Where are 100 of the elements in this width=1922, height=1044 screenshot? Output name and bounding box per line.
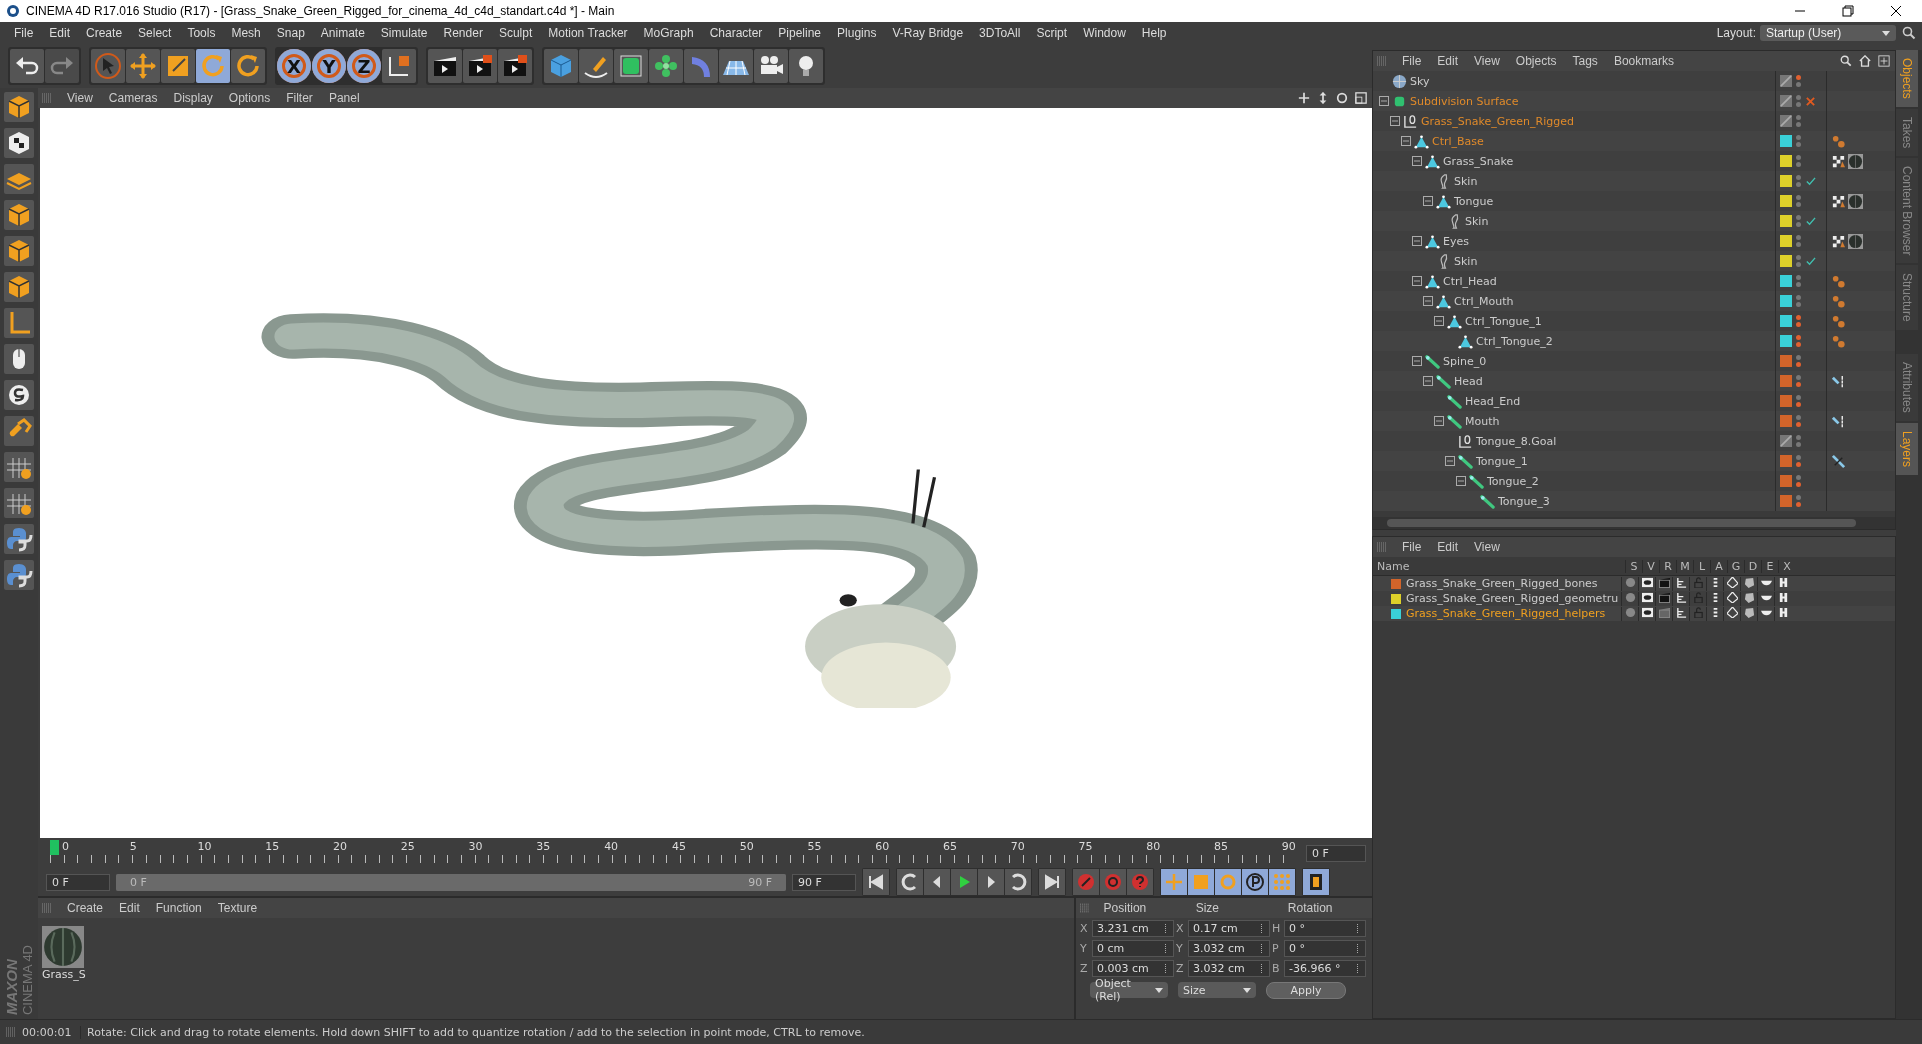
start-frame-field[interactable]: 0 F (46, 873, 110, 891)
layer-color-swatch[interactable] (1780, 475, 1792, 487)
object-name[interactable]: Ctrl_Base (1432, 134, 1484, 148)
render-visibility-dot[interactable] (1796, 82, 1801, 87)
menu-item[interactable]: Character (701, 26, 771, 40)
layer-color-swatch[interactable] (1780, 335, 1792, 347)
render-visibility-dot[interactable] (1796, 342, 1801, 347)
close-icon[interactable] (1890, 5, 1902, 17)
menu-item[interactable]: V-Ray Bridge (884, 26, 972, 40)
grid-lock-icon[interactable] (4, 488, 34, 518)
object-menu-item[interactable]: Edit (1430, 54, 1466, 68)
editor-visibility-dot[interactable] (1796, 155, 1801, 160)
hierarchy-icon[interactable] (1675, 606, 1687, 618)
editor-visibility-dot[interactable] (1796, 95, 1801, 100)
menu-item[interactable]: Render (435, 26, 491, 40)
object-name[interactable]: Ctrl_Mouth (1454, 294, 1514, 308)
menu-item[interactable]: Mesh (223, 26, 269, 40)
hierarchy-icon[interactable] (1675, 576, 1687, 588)
editor-visibility-dot[interactable] (1796, 375, 1801, 380)
editor-visibility-dot[interactable] (1796, 415, 1801, 420)
menu-item[interactable]: Plugins (829, 26, 885, 40)
no-layer-icon[interactable] (1780, 115, 1792, 127)
subdivision-icon[interactable] (614, 49, 648, 83)
menu-item[interactable]: Motion Tracker (540, 26, 636, 40)
coordinate-field[interactable]: 0.17 cm (1188, 919, 1270, 937)
collapse-icon[interactable] (1423, 296, 1433, 306)
auto-key-icon[interactable] (1100, 869, 1126, 895)
render-visibility-dot[interactable] (1796, 402, 1801, 407)
object-name[interactable]: Head (1454, 374, 1483, 388)
object-name[interactable]: Ctrl_Tongue_2 (1476, 334, 1553, 348)
mouse-icon[interactable] (4, 344, 34, 374)
material-menu-item[interactable]: Function (148, 901, 209, 915)
collapse-icon[interactable] (1412, 356, 1422, 366)
cross-icon[interactable] (1805, 95, 1816, 107)
menu-item[interactable]: Edit (41, 26, 79, 40)
editor-visibility-dot[interactable] (1796, 215, 1801, 220)
column-header[interactable]: Name (1373, 559, 1625, 573)
layer-color-swatch[interactable] (1780, 215, 1792, 227)
viewport-menu-item[interactable]: Filter (279, 91, 320, 105)
side-tab[interactable]: Content Browser (1896, 158, 1918, 264)
no-layer-icon[interactable] (1780, 95, 1792, 107)
material-tag-icon[interactable] (1848, 193, 1863, 209)
constraint-tag-icon[interactable] (1831, 313, 1846, 329)
menu-item[interactable]: Help (1133, 26, 1175, 40)
layer-color-swatch[interactable] (1780, 175, 1792, 187)
axis-lock-button[interactable]: X (277, 49, 311, 83)
collapse-icon[interactable] (1412, 236, 1422, 246)
render-visibility-dot[interactable] (1796, 162, 1801, 167)
floor-icon[interactable] (719, 49, 753, 83)
column-header[interactable]: E (1761, 559, 1778, 573)
object-name[interactable]: Subdivision Surface (1410, 94, 1519, 108)
hierarchy-icon[interactable] (1675, 591, 1687, 603)
texture-mode-icon[interactable] (4, 128, 34, 158)
column-header[interactable]: M (1676, 559, 1693, 573)
object-name[interactable]: Tongue_2 (1487, 474, 1539, 488)
collapse-icon[interactable] (1434, 416, 1444, 426)
checkmark-icon[interactable] (1805, 175, 1816, 187)
collapse-icon[interactable] (1434, 316, 1444, 326)
column-header[interactable]: S (1625, 559, 1642, 573)
render-visibility-dot[interactable] (1796, 382, 1801, 387)
constraint-tag-icon[interactable] (1831, 273, 1846, 289)
editor-visibility-dot[interactable] (1796, 135, 1801, 140)
checkmark-icon[interactable] (1805, 215, 1816, 227)
object-name[interactable]: Tongue_1 (1476, 454, 1528, 468)
generator-icon[interactable] (1726, 606, 1738, 618)
object-name[interactable]: Skin (1465, 214, 1489, 228)
psr-tag-icon[interactable] (1831, 373, 1846, 389)
xref-icon[interactable] (1777, 591, 1789, 603)
ik-tag-icon[interactable] (1831, 453, 1846, 469)
maximize-view-icon[interactable] (1355, 92, 1367, 104)
column-header[interactable]: X (1778, 559, 1795, 573)
coordinate-field[interactable]: 0 cm (1092, 939, 1174, 957)
side-tab[interactable]: Takes (1896, 108, 1918, 157)
end-frame-field[interactable]: 90 F (792, 873, 856, 891)
grid-lock-icon[interactable] (4, 452, 34, 482)
scrollbar[interactable] (1387, 519, 1857, 527)
editor-visibility-dot[interactable] (1796, 275, 1801, 280)
menu-item[interactable]: Tools (179, 26, 224, 40)
menu-item[interactable]: Window (1075, 26, 1134, 40)
new-window-icon[interactable] (1878, 55, 1890, 67)
constraint-tag-icon[interactable] (1831, 293, 1846, 309)
layer-color-swatch[interactable] (1780, 395, 1792, 407)
menu-item[interactable]: Script (1028, 26, 1076, 40)
tool-button[interactable] (161, 49, 195, 83)
render-visibility-dot[interactable] (1796, 302, 1801, 307)
editor-visibility-dot[interactable] (1796, 115, 1801, 120)
coordinate-dropdown[interactable]: Size (1178, 982, 1256, 998)
editor-visibility-dot[interactable] (1796, 235, 1801, 240)
magnet-icon[interactable] (4, 416, 34, 446)
render-visibility-dot[interactable] (1796, 242, 1801, 247)
collapse-icon[interactable] (1412, 156, 1422, 166)
object-name[interactable]: Skin (1454, 254, 1478, 268)
object-name[interactable]: Head_End (1465, 394, 1521, 408)
render-visibility-dot[interactable] (1796, 262, 1801, 267)
collapse-icon[interactable] (1456, 476, 1466, 486)
object-menu-item[interactable]: Bookmarks (1606, 54, 1681, 68)
film-strip-icon[interactable] (1303, 869, 1329, 895)
eye-icon[interactable] (1641, 591, 1653, 603)
editor-visibility-dot[interactable] (1796, 395, 1801, 400)
layer-color-swatch[interactable] (1780, 235, 1792, 247)
